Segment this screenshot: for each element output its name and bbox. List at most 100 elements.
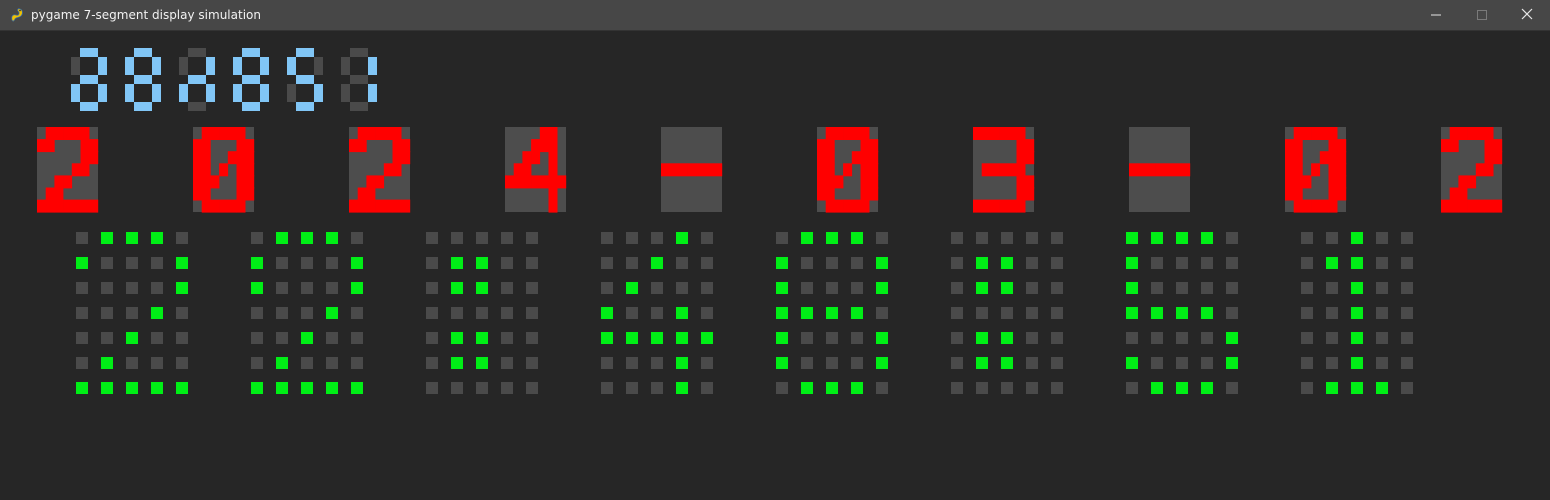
green-dot-off <box>101 282 113 294</box>
green-dot-off <box>776 232 788 244</box>
green-dot-off <box>476 307 488 319</box>
green-dot-on <box>826 307 838 319</box>
green-dot-on <box>101 232 113 244</box>
green-dot-on <box>1151 382 1163 394</box>
green-dot-off <box>601 357 613 369</box>
green-dot-on <box>776 357 788 369</box>
green-dot-on <box>351 382 363 394</box>
green-dot-on <box>451 282 463 294</box>
green-dot-off <box>1376 282 1388 294</box>
green-dot-on <box>126 332 138 344</box>
green-dot-off <box>451 232 463 244</box>
green-dot-on <box>876 357 888 369</box>
green-dot-off <box>1226 232 1238 244</box>
green-dot-off <box>1226 257 1238 269</box>
green-dot-off <box>651 282 663 294</box>
green-dot-on <box>151 232 163 244</box>
green-dot-on <box>1126 357 1138 369</box>
green-dot-off <box>1026 257 1038 269</box>
green-dot-off <box>701 282 713 294</box>
green-dot-on <box>1351 357 1363 369</box>
green-dot-off <box>1026 357 1038 369</box>
green-dot-off <box>1301 232 1313 244</box>
green-dot-on <box>851 232 863 244</box>
green-dot-off <box>951 307 963 319</box>
green-dot-on <box>676 332 688 344</box>
green-dot-off <box>776 382 788 394</box>
pygame-canvas <box>0 31 1550 500</box>
green-dot-off <box>701 232 713 244</box>
green-dot-off <box>426 382 438 394</box>
green-dot-on <box>651 257 663 269</box>
green-dot-on <box>1001 257 1013 269</box>
green-dot-off <box>501 232 513 244</box>
close-icon <box>1521 8 1533 23</box>
green-dot-off <box>426 282 438 294</box>
green-dot-off <box>451 382 463 394</box>
green-dot-on <box>276 232 288 244</box>
green-dot-off <box>1051 257 1063 269</box>
green-dot-off <box>476 232 488 244</box>
green-dot-on <box>876 332 888 344</box>
green-dot-on <box>176 282 188 294</box>
green-dot-off <box>301 307 313 319</box>
green-dot-on <box>826 382 838 394</box>
green-dot-off <box>976 307 988 319</box>
green-dot-off <box>626 357 638 369</box>
green-dot-off <box>176 332 188 344</box>
green-dot-on <box>876 282 888 294</box>
green-dot-on <box>1176 232 1188 244</box>
green-dot-off <box>301 282 313 294</box>
close-button[interactable] <box>1504 0 1550 31</box>
green-dot-on <box>276 382 288 394</box>
green-dot-on <box>1351 282 1363 294</box>
green-matrix-character <box>76 232 188 394</box>
green-dot-on <box>801 382 813 394</box>
green-dot-off <box>1176 282 1188 294</box>
green-dot-on <box>676 307 688 319</box>
green-dot-on <box>776 282 788 294</box>
green-dot-on <box>1226 357 1238 369</box>
green-dot-on <box>1351 332 1363 344</box>
green-dot-off <box>151 257 163 269</box>
green-dot-off <box>1026 282 1038 294</box>
green-dot-on <box>1001 282 1013 294</box>
maximize-button[interactable] <box>1459 0 1505 31</box>
green-dot-on <box>176 382 188 394</box>
green-dot-off <box>1401 307 1413 319</box>
green-dot-on <box>1351 232 1363 244</box>
green-dot-off <box>1301 357 1313 369</box>
green-dot-off <box>276 332 288 344</box>
green-dot-off <box>426 232 438 244</box>
green-dot-on <box>351 282 363 294</box>
green-dot-off <box>1301 282 1313 294</box>
green-dot-off <box>1301 307 1313 319</box>
green-dot-on <box>876 257 888 269</box>
green-matrix-character <box>426 232 538 394</box>
green-dot-off <box>676 257 688 269</box>
green-dot-off <box>1201 332 1213 344</box>
green-dot-off <box>101 257 113 269</box>
green-dot-on <box>126 382 138 394</box>
green-dot-off <box>101 332 113 344</box>
minimize-button[interactable] <box>1413 0 1459 31</box>
green-dot-off <box>1051 382 1063 394</box>
green-dot-on <box>326 382 338 394</box>
green-dot-off <box>126 357 138 369</box>
green-dot-off <box>1376 357 1388 369</box>
green-dot-off <box>1326 282 1338 294</box>
green-dot-off <box>951 357 963 369</box>
green-dot-off <box>1226 382 1238 394</box>
green-dot-off <box>601 232 613 244</box>
green-dot-off <box>501 357 513 369</box>
green-dot-on <box>1201 307 1213 319</box>
green-dot-off <box>651 307 663 319</box>
green-dot-off <box>1226 307 1238 319</box>
green-dot-off <box>126 307 138 319</box>
green-dot-off <box>676 282 688 294</box>
green-dot-on <box>76 382 88 394</box>
maximize-icon <box>1477 9 1487 23</box>
green-dot-on <box>101 382 113 394</box>
green-dot-on <box>326 232 338 244</box>
green-matrix-character <box>776 232 888 394</box>
